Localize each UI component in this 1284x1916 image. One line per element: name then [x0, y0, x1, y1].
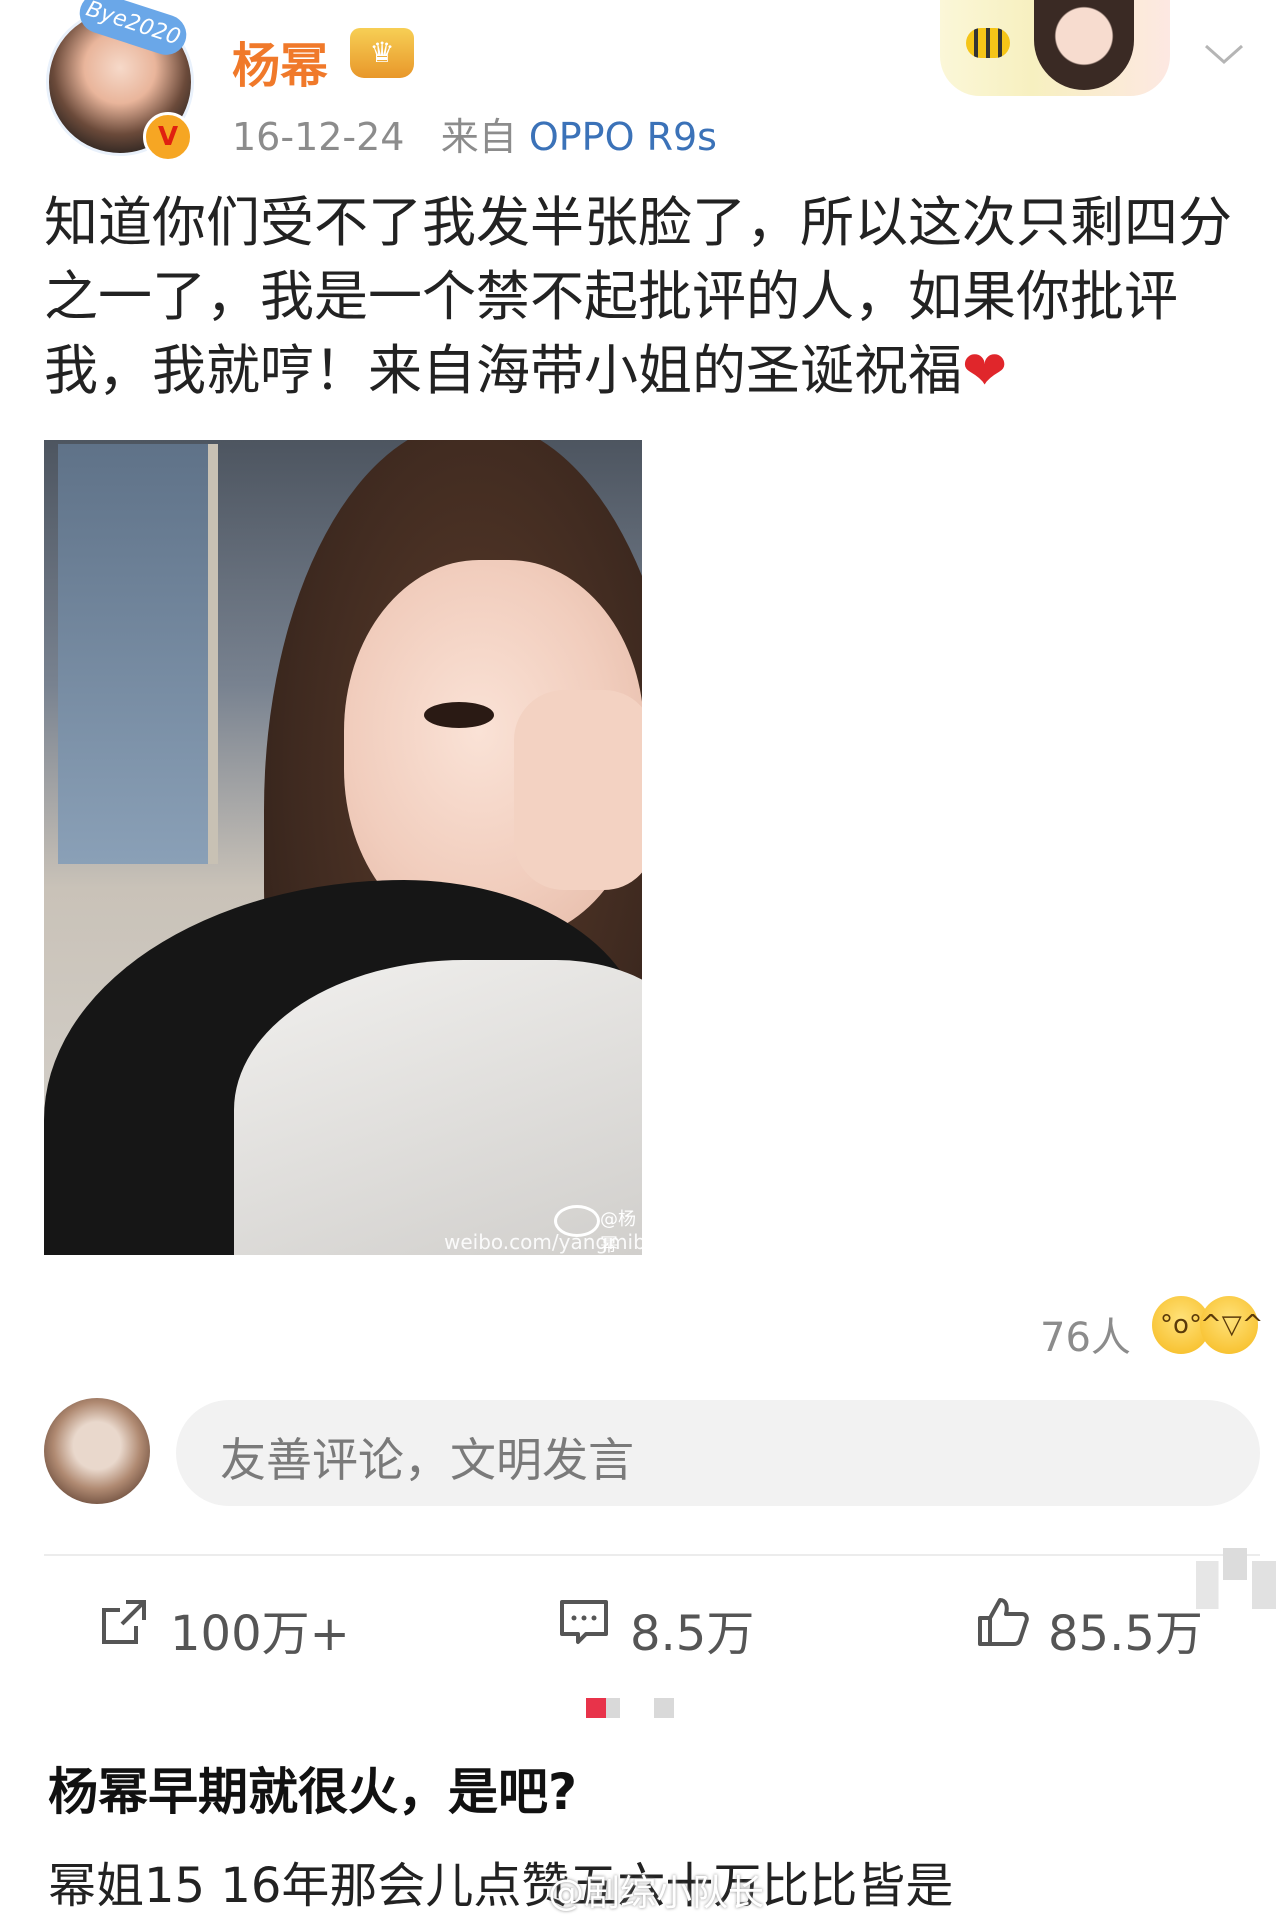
verified-badge-icon: V [143, 112, 193, 162]
device-link[interactable]: OPPO R9s [529, 115, 717, 159]
crown-icon: ♛ [350, 28, 414, 78]
current-user-avatar[interactable] [44, 1398, 150, 1504]
share-count: 100万+ [170, 1606, 350, 1662]
pager-dot[interactable] [606, 1698, 620, 1718]
reaction-count[interactable]: 76人 [1040, 1305, 1131, 1363]
photo-window [58, 444, 218, 864]
laugh-face: ^▽^ [1200, 1310, 1264, 1340]
caption-body: 幂姐15 16年那会儿点赞五六十万比比皆是 [48, 1858, 954, 1914]
author-name[interactable]: 杨幂 [232, 26, 328, 96]
pager-dot[interactable] [654, 1698, 674, 1718]
comment-icon [560, 1600, 608, 1644]
comment-button[interactable]: 8.5万 [556, 1588, 876, 1668]
thumbs-up-icon [978, 1598, 1029, 1646]
divider [44, 1554, 1260, 1556]
like-count: 85.5万 [1048, 1606, 1203, 1662]
post-body: 知道你们受不了我发半张脸了，所以这次只剩四分之一了，我是一个禁不起批评的人，如果… [44, 191, 1232, 402]
pager-dot-active[interactable] [586, 1698, 606, 1718]
photo-eye [424, 702, 494, 728]
share-icon [102, 1600, 146, 1644]
photo-watermark: weibo.com/yangmiblog [444, 1230, 642, 1254]
mosaic-patch [1196, 1548, 1276, 1628]
bee-icon [966, 28, 1010, 58]
post-meta: 16-12-24 来自 OPPO R9s [232, 106, 717, 161]
post-photo[interactable]: @杨幂 weibo.com/yangmiblog [44, 440, 642, 1255]
footer-watermark: @剧综小队长 [548, 1873, 765, 1914]
photo-hand [514, 690, 642, 890]
comment-placeholder: 友善评论，文明发言 [220, 1433, 634, 1487]
post-date: 16-12-24 [232, 115, 405, 159]
post-text: 知道你们受不了我发半张脸了，所以这次只剩四分之一了，我是一个禁不起批评的人，如果… [44, 186, 1244, 408]
share-button[interactable]: 100万+ [96, 1588, 416, 1668]
chevron-down-icon[interactable] [1200, 30, 1248, 78]
caption-title: 杨幂早期就很火，是吧? [48, 1763, 578, 1821]
source-prefix: 来自 [440, 115, 517, 159]
heart-icon: ❤ [962, 339, 1008, 402]
laugh-icon[interactable]: ^▽^ [1200, 1296, 1264, 1354]
comment-count: 8.5万 [630, 1606, 755, 1662]
